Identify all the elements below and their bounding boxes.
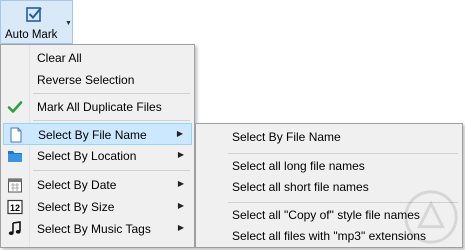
dropdown-arrow-icon[interactable]: ▼ — [65, 20, 72, 27]
menu-item-select-by-file-name[interactable]: Select By File Name ▶ — [3, 123, 192, 145]
menu-item-label: Select By Date — [37, 178, 117, 192]
submenu-arrow-icon: ▶ — [177, 201, 184, 210]
checkbox-icon — [26, 7, 42, 22]
submenu-item-long-names[interactable]: Select all long file names — [232, 159, 365, 173]
submenu-item-copy-of-names[interactable]: Select all "Copy of" style file names — [232, 208, 420, 222]
menu-item-label: Reverse Selection — [37, 73, 135, 87]
menu-item-label: Select By Size — [37, 200, 115, 214]
menu-separator — [33, 170, 190, 171]
submenu-item-header[interactable]: Select By File Name — [232, 130, 341, 144]
auto-mark-label: Auto Mark — [5, 29, 58, 41]
file-icon — [10, 127, 22, 143]
menu-item-select-by-music-tags[interactable]: Select By Music Tags ▶ — [3, 218, 192, 240]
menu-item-label: Select By File Name — [38, 128, 147, 142]
submenu-separator — [228, 153, 458, 154]
menu-item-clear-all[interactable]: Clear All — [3, 47, 192, 69]
submenu-arrow-icon: ▶ — [176, 129, 183, 138]
size-12-icon: 12 — [7, 199, 23, 215]
menu-item-mark-all-duplicates[interactable]: Mark All Duplicate Files — [3, 96, 192, 118]
menu-item-select-by-size[interactable]: 12 Select By Size ▶ — [3, 196, 192, 218]
menu-item-select-by-date[interactable]: Select By Date ▶ — [3, 174, 192, 196]
green-check-icon — [7, 101, 23, 113]
menu-item-label: Clear All — [37, 51, 82, 65]
submenu-arrow-icon: ▶ — [177, 179, 184, 188]
menu-item-label: Select By Location — [37, 149, 137, 163]
menu-separator — [33, 120, 190, 121]
submenu-item-short-names[interactable]: Select all short file names — [232, 180, 369, 194]
menu-item-select-by-location[interactable]: Select By Location ▶ — [3, 145, 192, 167]
auto-mark-button[interactable]: ▼ Auto Mark — [0, 0, 73, 44]
menu-item-label: Mark All Duplicate Files — [37, 100, 162, 114]
submenu-item-mp3-extensions[interactable]: Select all files with "mp3" extensions — [232, 229, 426, 243]
submenu-arrow-icon: ▶ — [177, 223, 184, 232]
menu-item-label: Select By Music Tags — [37, 222, 151, 236]
menu-item-reverse-selection[interactable]: Reverse Selection — [3, 69, 192, 91]
svg-text:12: 12 — [10, 203, 20, 213]
menu-separator — [33, 93, 190, 94]
auto-mark-menu: Clear All Reverse Selection Mark All Dup… — [0, 44, 195, 248]
watermark-logo-icon — [404, 190, 458, 244]
music-note-icon — [8, 221, 21, 235]
folder-icon — [8, 151, 22, 162]
calendar-icon — [8, 178, 22, 193]
submenu-arrow-icon: ▶ — [177, 150, 184, 159]
